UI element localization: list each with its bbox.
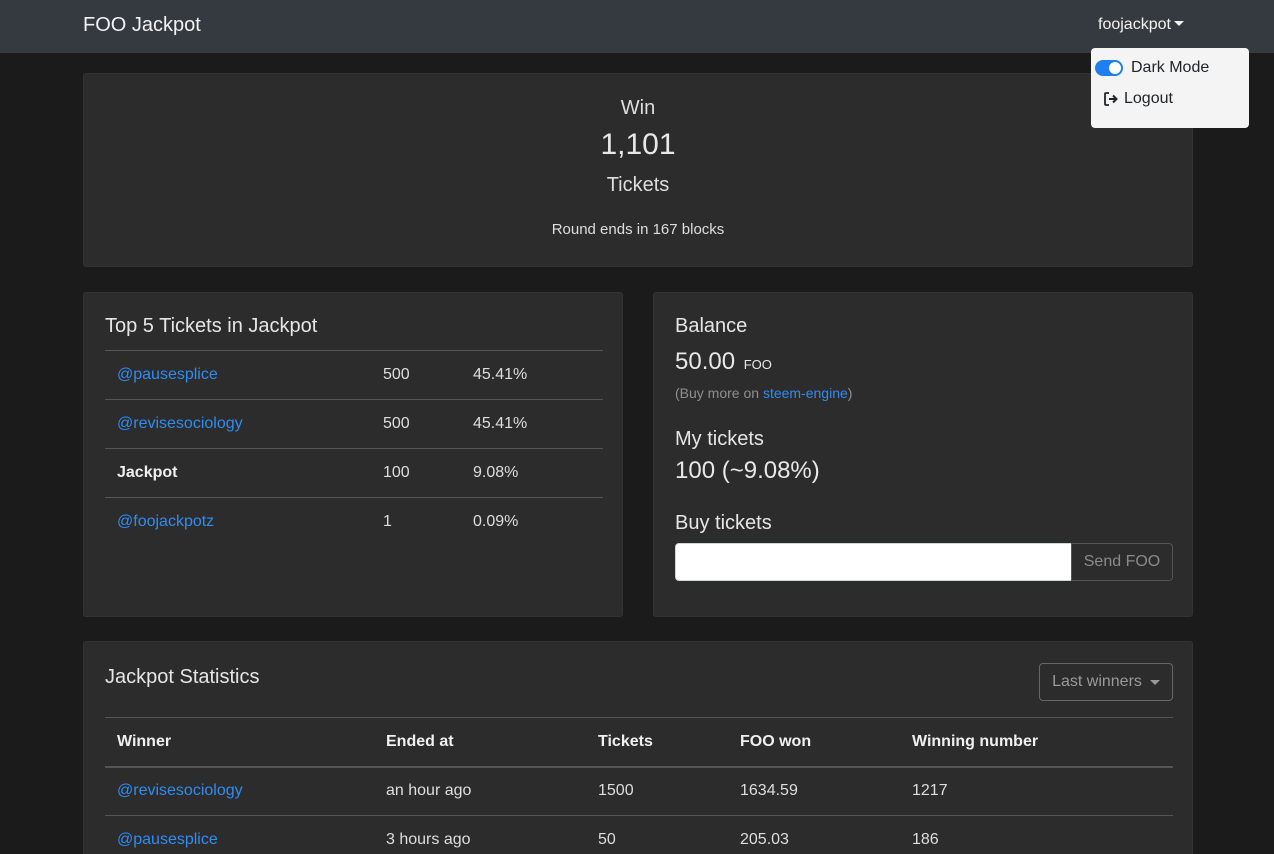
ticket-share: 0.09%: [473, 513, 519, 531]
ticket-amount-input[interactable]: [675, 543, 1072, 581]
jackpot-summary-card: Win 1,101 Tickets Round ends in 167 bloc…: [83, 73, 1193, 267]
winning-number-cell: 186: [900, 815, 1173, 854]
balance-title: Balance: [675, 315, 748, 337]
jackpot-statistics-card: Jackpot Statistics Last winners Winner E…: [83, 641, 1193, 854]
navbar: FOO Jackpot foojackpot: [0, 0, 1274, 53]
buy-more-suffix: ): [847, 385, 853, 401]
dark-mode-toggle[interactable]: Dark Mode: [1095, 55, 1209, 81]
steem-engine-link[interactable]: steem-engine: [763, 385, 848, 401]
filter-label: Last winners: [1052, 673, 1142, 690]
toggle-switch-icon[interactable]: [1095, 60, 1123, 76]
column-header: FOO won: [728, 717, 900, 768]
sign-out-icon: [1104, 92, 1118, 106]
ticket-share: 45.41%: [473, 415, 528, 432]
ended-at: 3 hours ago: [374, 815, 586, 854]
column-header: Tickets: [586, 717, 728, 768]
balance-value: 50.00: [675, 348, 736, 375]
jackpot-label: Jackpot: [117, 464, 178, 481]
tickets-label: Tickets: [606, 174, 670, 196]
statistics-title: Jackpot Statistics: [105, 666, 260, 688]
buy-tickets-title: Buy tickets: [675, 512, 772, 534]
balance-card: Balance 50.00 FOO (Buy more on steem-eng…: [653, 292, 1193, 617]
tickets-cell: 1500: [586, 766, 728, 816]
balance-currency: FOO: [743, 357, 772, 372]
ticket-count: 500: [383, 366, 410, 383]
column-header: Ended at: [374, 717, 586, 768]
user-link[interactable]: @foojackpotz: [117, 513, 214, 530]
ended-at: an hour ago: [374, 766, 586, 816]
jackpot-amount: 1,101: [600, 128, 676, 161]
ticket-share: 9.08%: [473, 464, 519, 481]
winner-link[interactable]: @pausesplice: [117, 831, 218, 848]
my-tickets-value: 100 (~9.08%): [675, 457, 820, 484]
logout-label: Logout: [1124, 90, 1173, 107]
round-status: Round ends in 167 blocks: [551, 221, 725, 238]
table-row: @pausesplice 500 45.41%: [105, 350, 603, 400]
table-header-row: Winner Ended at Tickets FOO won Winning …: [105, 717, 1173, 768]
user-link[interactable]: @revisesociology: [117, 415, 243, 432]
winning-number-cell: 1217: [900, 766, 1173, 816]
ticket-count: 500: [383, 415, 410, 432]
table-row: @revisesociology 500 45.41%: [105, 399, 603, 449]
win-label: Win: [620, 97, 656, 119]
user-menu-label: foojackpot: [1098, 16, 1171, 33]
table-row: @pausesplice 3 hours ago 50 205.03 186: [105, 815, 1173, 854]
dark-mode-label: Dark Mode: [1131, 59, 1210, 76]
last-winners-dropdown[interactable]: Last winners: [1039, 663, 1173, 701]
top-tickets-card: Top 5 Tickets in Jackpot @pausesplice 50…: [83, 292, 623, 617]
foo-won-cell: 205.03: [728, 815, 900, 854]
table-row: @revisesociology an hour ago 1500 1634.5…: [105, 766, 1173, 816]
table-row: @foojackpotz 1 0.09%: [105, 497, 603, 547]
top-tickets-title: Top 5 Tickets in Jackpot: [105, 315, 318, 337]
logout-menu-item[interactable]: Logout: [1103, 86, 1173, 112]
buy-more-prefix: (Buy more on: [675, 385, 763, 401]
balance-value-row: 50.00 FOO: [675, 348, 772, 376]
user-menu-toggle[interactable]: foojackpot: [1098, 16, 1184, 34]
brand-link[interactable]: FOO Jackpot: [83, 14, 201, 37]
user-link[interactable]: @pausesplice: [117, 366, 218, 383]
buy-more-note: (Buy more on steem-engine): [675, 385, 852, 401]
send-foo-button[interactable]: Send FOO: [1071, 543, 1173, 581]
caret-down-icon: [1149, 679, 1160, 685]
tickets-cell: 50: [586, 815, 728, 854]
table-row: Jackpot 100 9.08%: [105, 448, 603, 498]
my-tickets-title: My tickets: [675, 428, 764, 450]
ticket-share: 45.41%: [473, 366, 528, 383]
winner-link[interactable]: @revisesociology: [117, 782, 243, 799]
foo-won-cell: 1634.59: [728, 766, 900, 816]
top-tickets-table: @pausesplice 500 45.41% @revisesociology…: [105, 350, 603, 547]
column-header: Winning number: [900, 717, 1173, 768]
caret-down-icon: [1173, 21, 1184, 26]
ticket-count: 100: [383, 464, 410, 481]
ticket-count: 1: [383, 513, 392, 531]
column-header: Winner: [105, 717, 374, 768]
winners-table: Winner Ended at Tickets FOO won Winning …: [105, 717, 1173, 854]
